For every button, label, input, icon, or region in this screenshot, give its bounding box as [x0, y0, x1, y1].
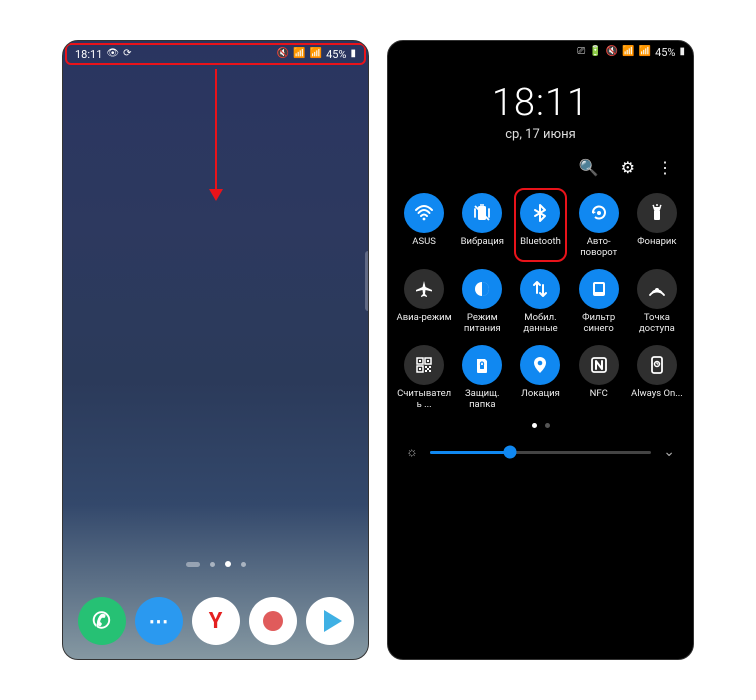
status-bar: ⎚ 🔋 🔇 📶 📶 45% ▮: [388, 41, 693, 63]
sync-icon: ⟳: [123, 49, 131, 59]
qs-tile-rotate[interactable]: Авто-поворот: [571, 193, 627, 259]
mute-icon: 🔇: [277, 49, 289, 59]
qs-tile-qr[interactable]: Считыватель ...: [396, 345, 452, 411]
dock: ✆ ⋯ Y: [63, 597, 368, 645]
qs-tile-bluetooth[interactable]: Bluetooth: [512, 193, 568, 259]
qs-tile-label: ASUS: [412, 237, 436, 259]
qs-tile-vibrate[interactable]: Вибрация: [454, 193, 510, 259]
qs-header: 18:11 ср, 17 июня: [388, 81, 693, 142]
battery-percent: 45%: [655, 46, 675, 59]
qs-tile-wifi[interactable]: ASUS: [396, 193, 452, 259]
signal-icon: 📶: [622, 47, 634, 57]
qs-tile-aod[interactable]: Always On...: [629, 345, 685, 411]
qs-date: ср, 17 июня: [388, 127, 693, 142]
qs-tile-label: Локация: [521, 389, 560, 411]
settings-icon[interactable]: ⚙: [621, 158, 635, 177]
search-icon[interactable]: 🔍: [579, 158, 599, 177]
qs-tile-label: Мобил. данные: [512, 313, 568, 335]
qs-tile-label: Always On...: [631, 389, 683, 411]
signal-icon: 📶: [293, 49, 305, 59]
yandex-app-icon[interactable]: Y: [192, 597, 240, 645]
qs-tile-label: NFC: [590, 389, 608, 411]
bluefilter-icon[interactable]: [579, 269, 619, 309]
bluetooth-icon[interactable]: [520, 193, 560, 233]
qs-tile-label: Считыватель ...: [396, 389, 452, 411]
brightness-slider[interactable]: [430, 451, 651, 454]
qs-tile-label: Авто-поворот: [571, 237, 627, 259]
eye-icon: 👁: [106, 49, 119, 59]
mute-icon: 🔇: [606, 47, 618, 57]
power-icon[interactable]: [462, 269, 502, 309]
rotate-icon[interactable]: [579, 193, 619, 233]
signal-icon-2: 📶: [639, 47, 651, 57]
qs-tile-power[interactable]: Режим питания: [454, 269, 510, 335]
swipe-down-arrow-annotation: [209, 69, 223, 201]
battery-icon: ▮: [679, 47, 685, 57]
camera-app-icon[interactable]: [249, 597, 297, 645]
brightness-row: ☼ ⌄: [388, 428, 693, 460]
home-page-indicator[interactable]: [186, 561, 246, 567]
qs-tile-label: Точка доступа: [629, 313, 685, 335]
qr-icon[interactable]: [404, 345, 444, 385]
qs-tile-bluefilter[interactable]: Фильтр синего: [571, 269, 627, 335]
qs-tile-secure[interactable]: Защищ. папка: [454, 345, 510, 411]
data-icon[interactable]: [520, 269, 560, 309]
edge-panel-handle[interactable]: [365, 251, 368, 311]
nfc-icon[interactable]: [579, 345, 619, 385]
phone-quick-settings: ⎚ 🔋 🔇 📶 📶 45% ▮ 18:11 ср, 17 июня 🔍 ⚙ ⋮ …: [387, 40, 694, 660]
qs-tile-label: Режим питания: [454, 313, 510, 335]
qs-tile-label: Bluetooth: [520, 237, 561, 259]
wifi-icon[interactable]: [404, 193, 444, 233]
status-bar-highlighted[interactable]: 18:11 👁 ⟳ 🔇 📶 📶 45% ▮: [65, 43, 366, 65]
airplane-icon[interactable]: [404, 269, 444, 309]
qs-tile-airplane[interactable]: Авиа-режим: [396, 269, 452, 335]
vibrate-icon[interactable]: [462, 193, 502, 233]
cast-icon: ⎚: [577, 47, 585, 57]
location-icon[interactable]: [520, 345, 560, 385]
status-time: 18:11: [75, 48, 102, 61]
qs-tile-label: Фонарик: [637, 237, 676, 259]
messages-app-icon[interactable]: ⋯: [135, 597, 183, 645]
qs-tile-label: Защищ. папка: [454, 389, 510, 411]
battery-saver-icon: 🔋: [589, 47, 601, 57]
brightness-icon: ☼: [406, 444, 418, 460]
phone-home-screen: 18:11 👁 ⟳ 🔇 📶 📶 45% ▮ ✆ ⋯ Y: [62, 40, 369, 660]
quick-settings-grid: ASUS Вибрация Bluetooth Авто-поворот Фонарик…: [388, 185, 693, 411]
qs-tile-hotspot[interactable]: Точка доступа: [629, 269, 685, 335]
qs-tile-nfc[interactable]: NFC: [571, 345, 627, 411]
phone-app-icon[interactable]: ✆: [78, 597, 126, 645]
battery-percent: 45%: [326, 48, 346, 61]
qs-tile-data[interactable]: Мобил. данные: [512, 269, 568, 335]
qs-tile-flashlight[interactable]: Фонарик: [629, 193, 685, 259]
qs-tile-location[interactable]: Локация: [512, 345, 568, 411]
play-store-app-icon[interactable]: [306, 597, 354, 645]
battery-icon: ▮: [350, 49, 356, 59]
qs-tile-label: Авиа-режим: [397, 313, 452, 335]
flashlight-icon[interactable]: [637, 193, 677, 233]
aod-icon[interactable]: [637, 345, 677, 385]
hotspot-icon[interactable]: [637, 269, 677, 309]
qs-tile-label: Фильтр синего: [571, 313, 627, 335]
brightness-expand-icon[interactable]: ⌄: [663, 444, 675, 460]
qs-tile-label: Вибрация: [461, 237, 504, 259]
signal-icon-2: 📶: [310, 49, 322, 59]
more-icon[interactable]: ⋮: [657, 158, 673, 177]
qs-time: 18:11: [388, 81, 693, 125]
secure-icon[interactable]: [462, 345, 502, 385]
